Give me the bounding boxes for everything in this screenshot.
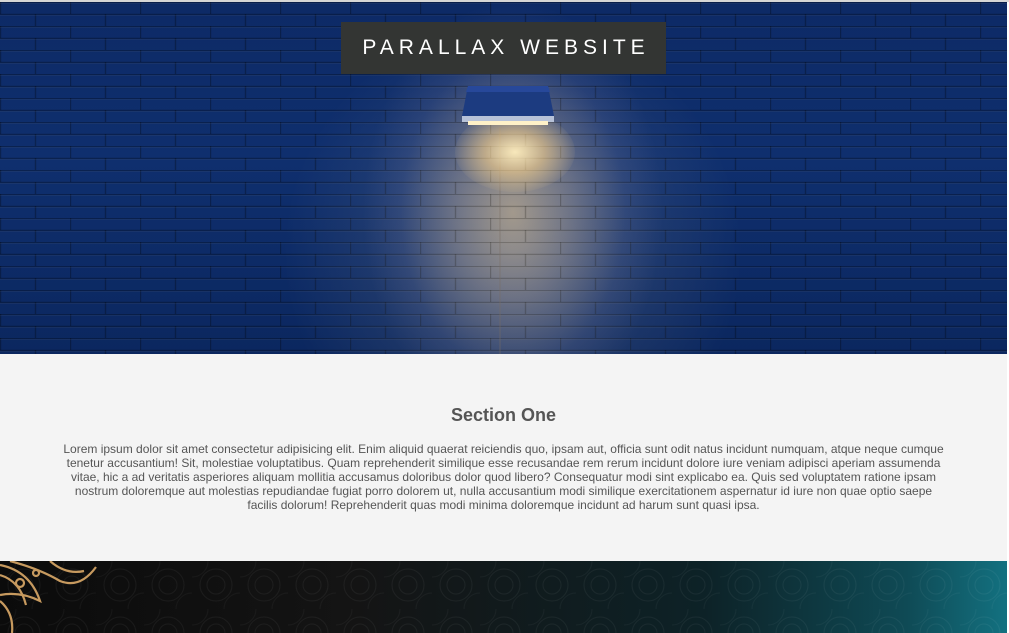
section-title: Section One xyxy=(450,405,557,425)
site-title-box: PARALLAX WEBSITE xyxy=(341,22,666,74)
site-title: PARALLAX WEBSITE xyxy=(362,36,650,59)
hero-section: PARALLAX WEBSITE xyxy=(0,2,1007,354)
page: PARALLAX WEBSITE Section One Lorem ipsum… xyxy=(0,0,1009,633)
mandala-pattern-image xyxy=(0,561,1007,633)
section-body-text: Lorem ipsum dolor sit amet consectetur a… xyxy=(63,442,944,512)
wall-lamp-icon xyxy=(462,86,554,125)
parallax-band-two xyxy=(0,561,1007,633)
section-one: Section One Lorem ipsum dolor sit amet c… xyxy=(0,354,1007,561)
